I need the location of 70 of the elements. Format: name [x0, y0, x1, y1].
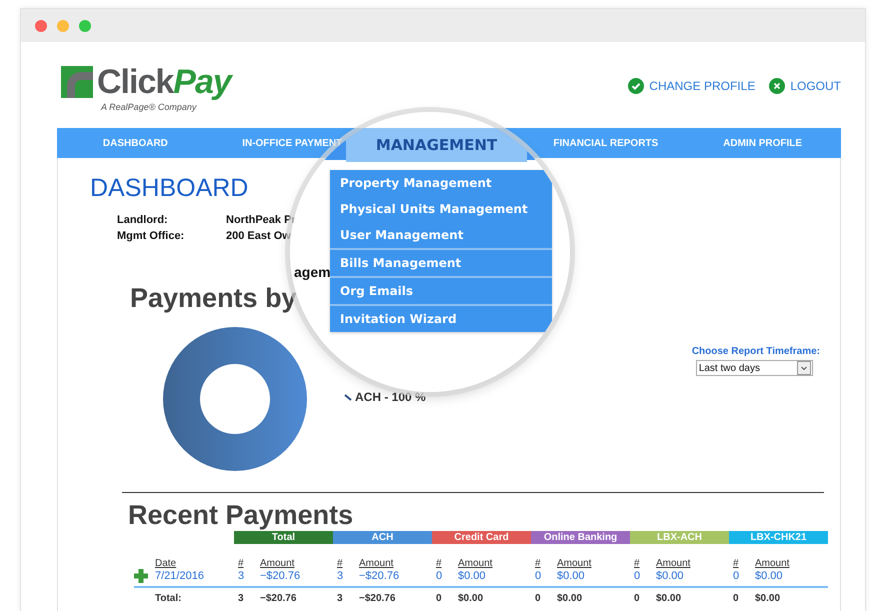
- timeframe-label: Choose Report Timeframe:: [692, 346, 820, 357]
- chart-legend: ACH - 100 %: [355, 390, 426, 404]
- column-header[interactable]: Amount: [557, 558, 630, 569]
- column-header[interactable]: Amount: [755, 558, 828, 569]
- column-group-header: Total: [234, 531, 333, 544]
- table-cell: 7/21/2016: [155, 570, 204, 582]
- table-cell-text: −$20.76: [359, 570, 400, 582]
- table-cell-text: 0: [435, 593, 443, 604]
- table-cell-text: $0.00: [656, 593, 682, 604]
- column-header[interactable]: Amount: [260, 558, 333, 569]
- table-cell-text: $0.00: [755, 570, 784, 582]
- info-label: Landlord:: [117, 213, 168, 228]
- column-header[interactable]: Amount: [458, 558, 531, 569]
- timeframe-select[interactable]: Last two days: [696, 360, 813, 376]
- column-header[interactable]: #: [630, 558, 656, 569]
- close-icon: [769, 78, 786, 94]
- table-cell-text: −$20.76: [359, 593, 396, 604]
- logo-text: ClickPay: [97, 64, 231, 100]
- table-cell-text: 3: [336, 593, 344, 604]
- column-group-header: LBX-CHK21: [729, 531, 828, 544]
- info-value: 200 East Ow: [226, 229, 291, 244]
- header-link[interactable]: CHANGE PROFILE: [649, 79, 756, 93]
- table-cell-text: 3: [237, 593, 245, 604]
- column-header[interactable]: #: [234, 558, 260, 569]
- column-header[interactable]: Amount: [656, 558, 729, 569]
- info-label: Mgmt Office:: [117, 229, 184, 244]
- table-cell-text: 3: [336, 570, 344, 582]
- section-heading: agem: [294, 264, 331, 280]
- column-group-header: LBX-ACH: [630, 531, 729, 544]
- column-group-header: Online Banking: [531, 531, 630, 544]
- table-cell-text: 0: [633, 570, 642, 582]
- table-cell-text: $0.00: [656, 570, 685, 582]
- table-cell-text: 0: [534, 593, 542, 604]
- table-cell-text: 3: [237, 570, 246, 582]
- expand-icon[interactable]: [134, 569, 148, 583]
- column-header[interactable]: #: [333, 558, 359, 569]
- table-cell-text: 0: [435, 570, 444, 582]
- column-group-header: Credit Card: [432, 531, 531, 544]
- window-control[interactable]: [35, 20, 47, 32]
- column-group-header: ACH: [333, 531, 432, 544]
- check-icon: [628, 78, 644, 94]
- nav-tab[interactable]: MANAGEMENT: [346, 128, 527, 162]
- table-cell-text: 0: [534, 570, 542, 582]
- table-cell-text: −$20.76: [260, 593, 298, 604]
- caret-icon: [796, 361, 811, 375]
- legend-icon: [344, 393, 352, 401]
- section-heading: Recent Payments: [128, 500, 354, 530]
- window-control[interactable]: [79, 20, 91, 32]
- logo-tagline: A RealPage® Company: [101, 102, 196, 112]
- header-link[interactable]: LOGOUT: [790, 79, 841, 93]
- column-header[interactable]: Amount: [359, 558, 432, 569]
- table-cell-text: 0: [732, 570, 740, 582]
- table-cell-text: $0.00: [458, 570, 487, 582]
- column-header[interactable]: #: [531, 558, 557, 569]
- column-header[interactable]: Date: [134, 558, 234, 569]
- info-value: NorthPeak Pr: [226, 213, 296, 228]
- total-label: Total:: [154, 593, 182, 604]
- table-cell-text: $0.00: [557, 570, 586, 582]
- table-cell-text: −$20.76: [260, 570, 302, 582]
- column-header[interactable]: #: [729, 558, 755, 569]
- table-cell-text: 0: [633, 593, 641, 604]
- table-cell-text: 0: [732, 593, 740, 604]
- page-title: DASHBOARD: [90, 174, 248, 202]
- window-control[interactable]: [57, 20, 69, 32]
- table-cell-text: $0.00: [458, 593, 484, 604]
- table-cell-text: $0.00: [557, 593, 584, 604]
- logo-icon: [61, 66, 93, 98]
- column-header[interactable]: #: [432, 558, 458, 569]
- table-cell-text: $0.00: [755, 593, 782, 604]
- section-heading: Payments by: [130, 283, 297, 313]
